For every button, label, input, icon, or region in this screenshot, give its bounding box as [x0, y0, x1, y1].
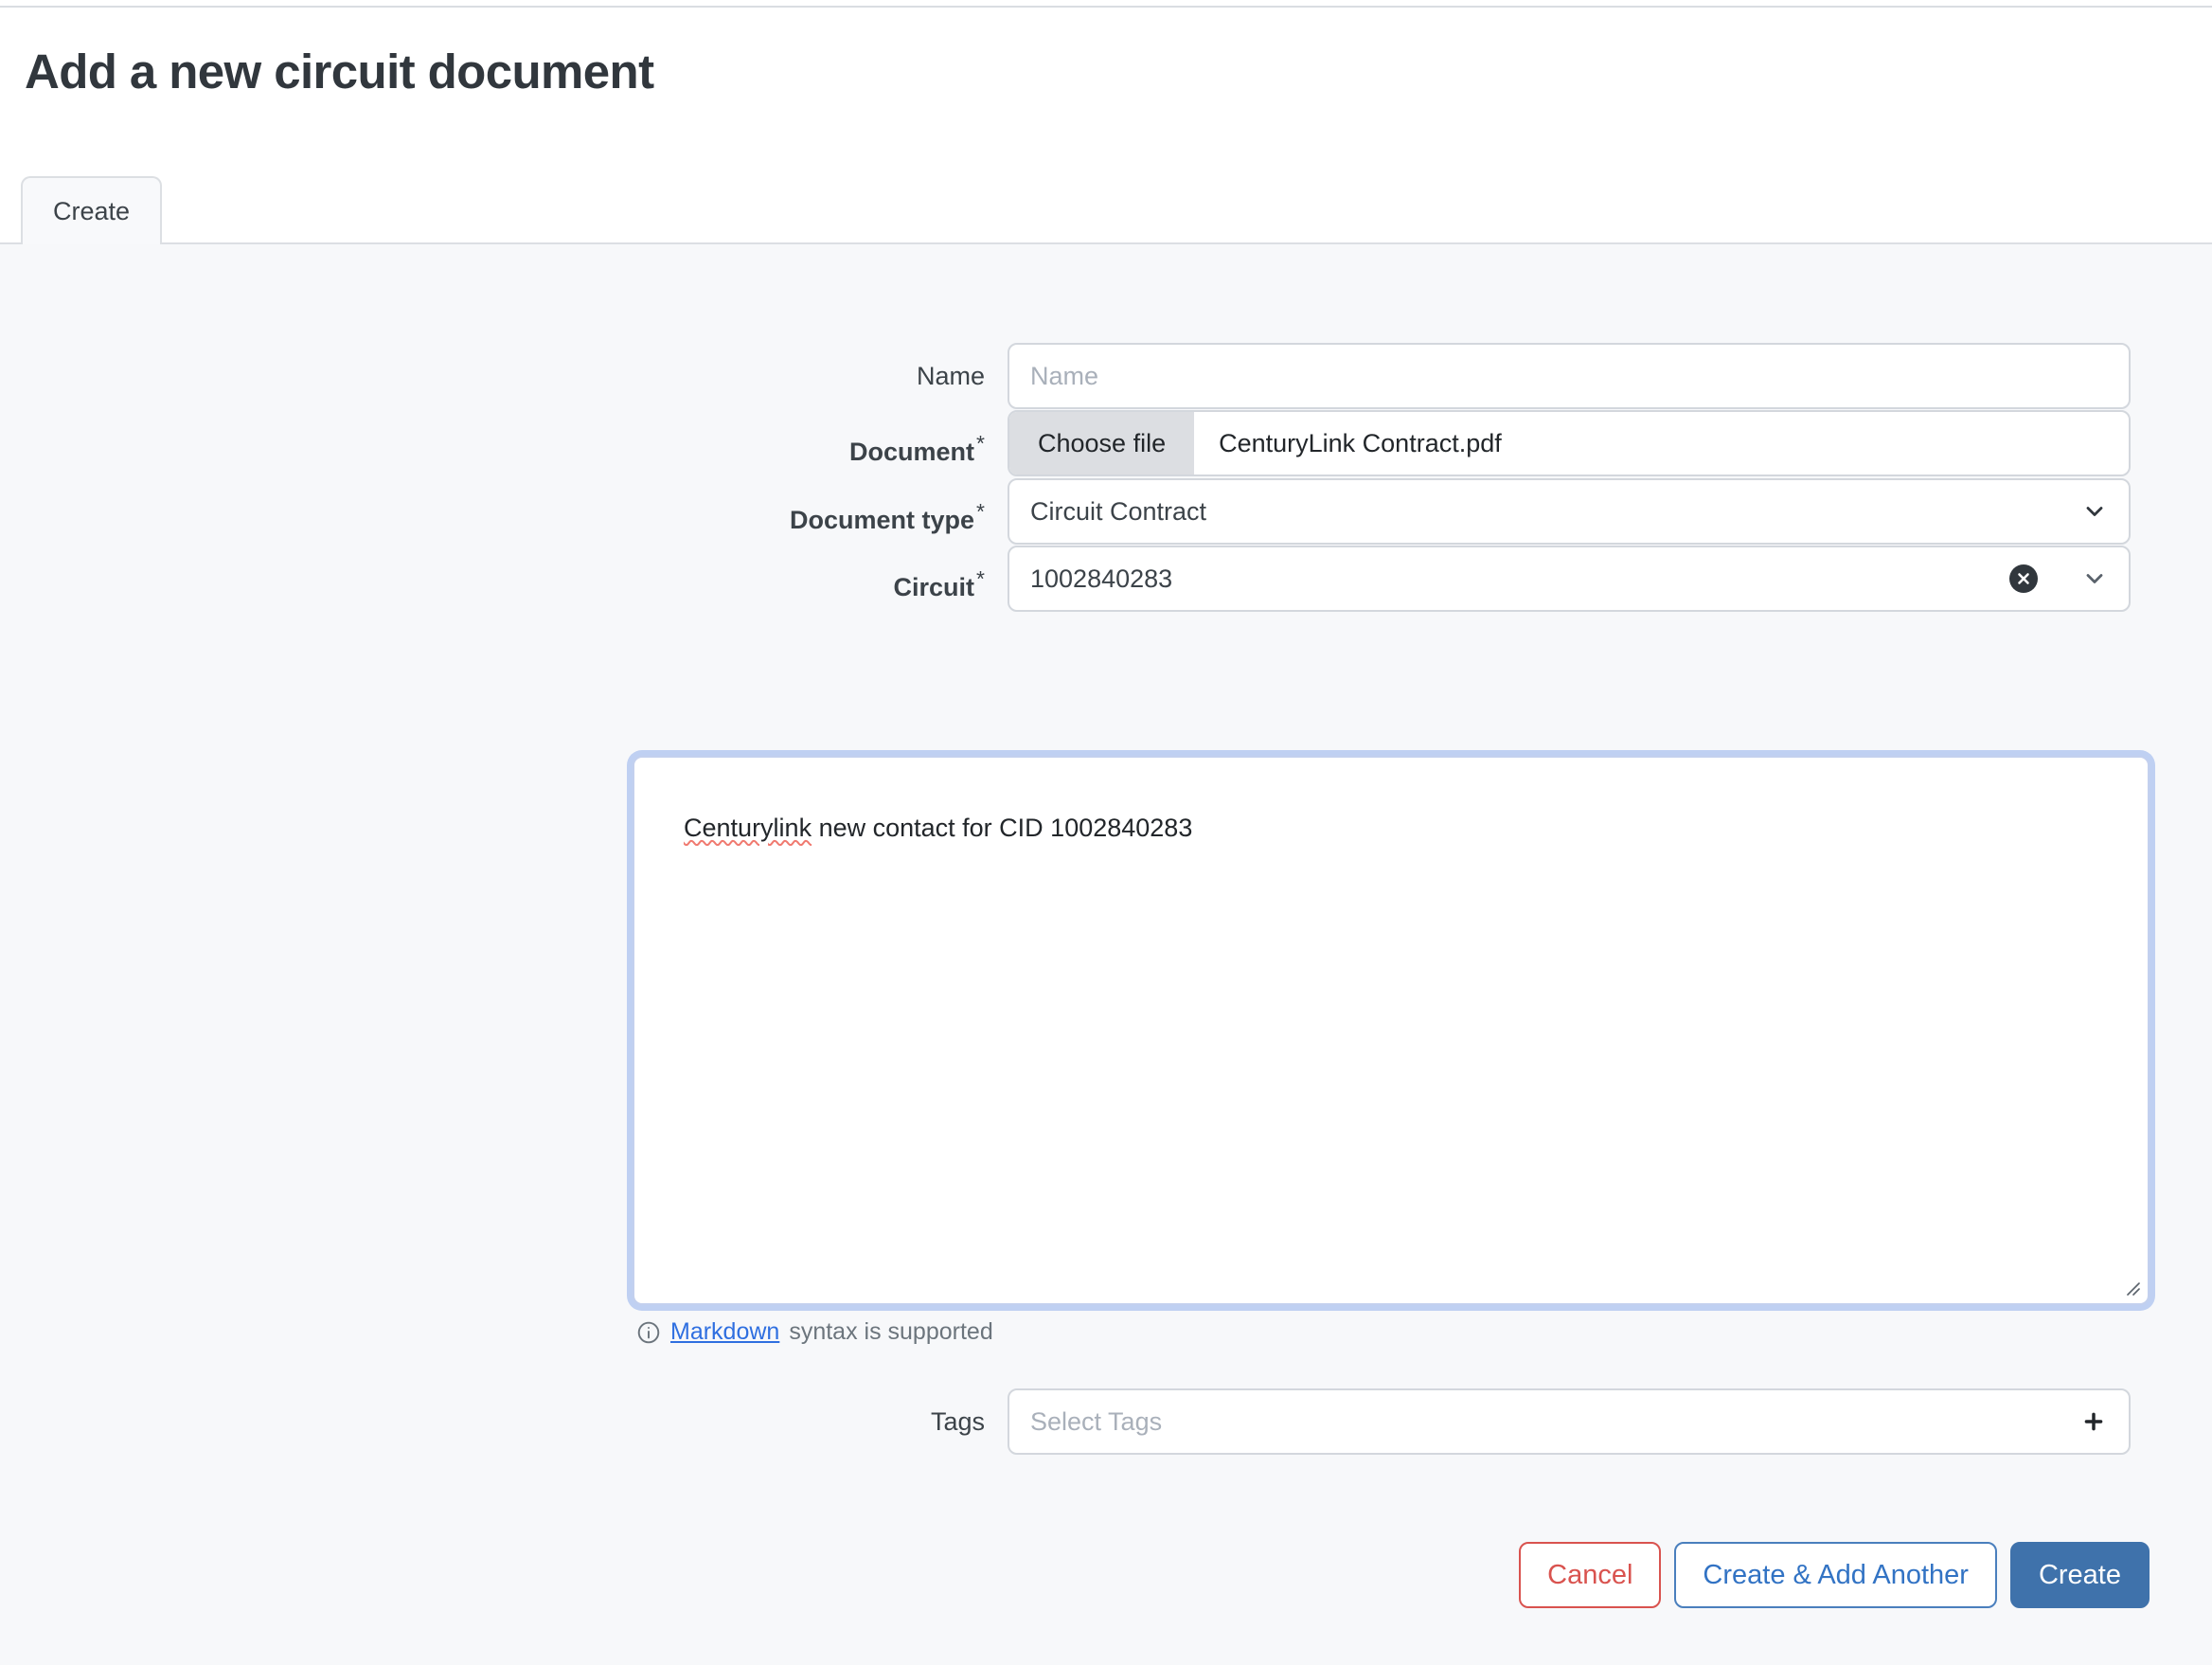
name-input[interactable]: [1008, 343, 2131, 409]
markdown-hint: Markdown syntax is supported: [636, 1318, 993, 1346]
form-actions: Cancel Create & Add Another Create: [1519, 1542, 2150, 1608]
tab-bar: Create: [0, 176, 2212, 244]
field-row-circuit: Circuit* 1002840283: [0, 546, 2151, 620]
chevron-down-icon[interactable]: [2081, 498, 2108, 525]
create-button[interactable]: Create: [2009, 1542, 2150, 1608]
plus-icon[interactable]: [2079, 1407, 2108, 1436]
circuit-control: 1002840283: [1008, 546, 2131, 612]
clear-icon[interactable]: [2009, 564, 2038, 593]
circuit-select[interactable]: 1002840283: [1008, 546, 2131, 612]
field-row-document-type: Document type* Circuit Contract: [0, 478, 2151, 553]
document-type-value: Circuit Contract: [1030, 496, 1207, 526]
tags-label: Tags: [930, 1407, 985, 1436]
tab-create-label: Create: [53, 196, 131, 225]
document-label-text: Document: [849, 438, 975, 466]
tags-select[interactable]: Select Tags: [1008, 1388, 2131, 1455]
page-header: Add a new circuit document: [0, 8, 2212, 176]
info-icon: [636, 1320, 661, 1345]
field-row-name: Name: [0, 343, 2151, 409]
document-type-label-text: Document type: [790, 506, 975, 534]
circuit-required-asterisk: *: [976, 566, 985, 591]
circuit-value: 1002840283: [1030, 564, 1173, 593]
tab-create[interactable]: Create: [21, 176, 163, 244]
name-control: [1008, 343, 2131, 409]
comments-text-rest: new contact for CID 1002840283: [812, 814, 1193, 843]
page-title: Add a new circuit document: [25, 45, 654, 98]
document-label: Document*: [0, 410, 1008, 485]
field-row-document: Document* Choose file CenturyLink Contra…: [0, 410, 2151, 485]
name-label: Name: [916, 362, 985, 390]
comments-wrapper: Centurylink new contact for CID 10028402…: [633, 756, 2150, 1305]
document-type-select[interactable]: Circuit Contract: [1008, 478, 2131, 545]
document-type-label: Document type*: [0, 478, 1008, 553]
comments-textarea[interactable]: Centurylink new contact for CID 10028402…: [633, 756, 2150, 1305]
resize-handle-icon[interactable]: [2119, 1275, 2140, 1296]
document-file-input[interactable]: Choose file CenturyLink Contract.pdf: [1008, 410, 2131, 476]
choose-file-button[interactable]: Choose file: [1009, 412, 1195, 474]
markdown-link[interactable]: Markdown: [670, 1318, 779, 1346]
document-type-required-asterisk: *: [976, 499, 985, 524]
document-type-control: Circuit Contract: [1008, 478, 2131, 545]
document-file-name: CenturyLink Contract.pdf: [1219, 428, 1502, 457]
circuit-label: Circuit*: [0, 546, 1008, 620]
document-control: Choose file CenturyLink Contract.pdf: [1008, 410, 2131, 476]
tags-placeholder: Select Tags: [1030, 1406, 1163, 1436]
create-and-add-another-button[interactable]: Create & Add Another: [1674, 1542, 1997, 1608]
cancel-button[interactable]: Cancel: [1519, 1542, 1662, 1608]
document-required-asterisk: *: [976, 431, 985, 456]
tags-control: Select Tags: [1008, 1388, 2131, 1455]
field-row-tags: Tags Select Tags: [0, 1388, 2151, 1455]
markdown-hint-text: syntax is supported: [789, 1318, 993, 1345]
circuit-label-text: Circuit: [893, 573, 975, 601]
comments-misspelled-word: Centurylink: [684, 814, 812, 843]
chevron-down-icon[interactable]: [2081, 565, 2108, 592]
